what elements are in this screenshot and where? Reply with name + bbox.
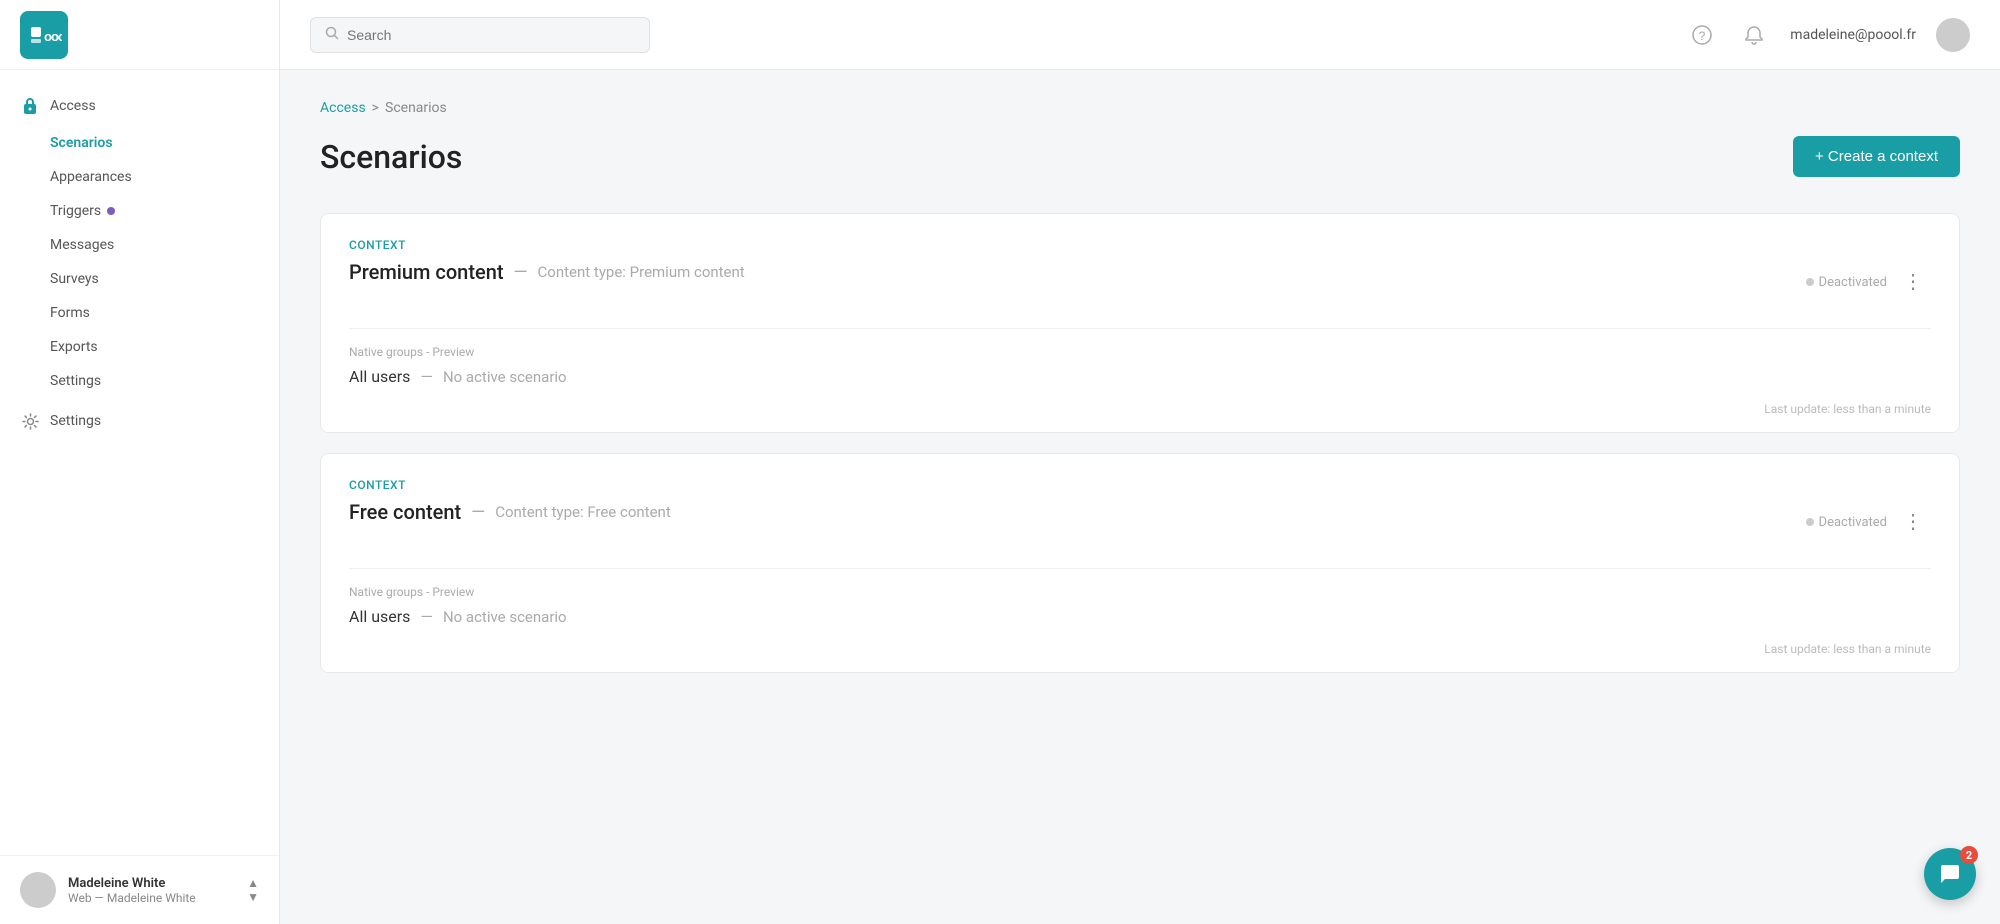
create-context-button[interactable]: + Create a context [1793,136,1960,177]
group-name-2: All users [349,607,410,626]
scenario-title-row-2: Free content — Content type: Free conten… [349,500,671,524]
svg-text:oool: oool [44,29,62,44]
chat-badge: 2 [1960,846,1978,864]
sidebar-item-appearances[interactable]: Appearances [0,160,279,194]
access-section: Access Scenarios Appearances Triggers Me… [0,86,279,398]
deactivated-label-2: Deactivated [1819,515,1887,530]
sidebar-item-label-exports: Exports [50,339,98,355]
scenario-subtitle-1: Content type: Premium content [538,263,745,281]
sidebar-user-area[interactable]: Madeleine White Web — Madeleine White ▲▼ [0,855,279,924]
chevron-icon: ▲▼ [247,876,259,904]
page-header: Scenarios + Create a context [320,136,1960,177]
deactivated-badge-2: Deactivated [1806,515,1887,530]
groups-row-2: All users — No active scenario [349,607,1931,626]
search-box[interactable] [310,17,650,53]
triggers-badge [107,207,115,215]
scenario-status-row-1: Deactivated ⋮ [1806,268,1931,296]
scenario-header-row-2: Free content — Content type: Free conten… [349,500,1931,544]
svg-text:?: ? [1699,29,1706,43]
scenario-subtitle-2: Content type: Free content [495,503,671,521]
access-label: Access [50,98,96,114]
sidebar-item-label-messages: Messages [50,237,114,253]
scenario-groups-1: Native groups - Preview All users — No a… [321,329,1959,394]
sidebar-item-label-surveys: Surveys [50,271,99,287]
scenario-card-free: Context Free content — Content type: Fre… [320,453,1960,673]
breadcrumb: Access > Scenarios [320,100,1960,116]
search-input[interactable] [347,27,635,43]
topbar: ? madeleine@poool.fr [280,0,2000,70]
user-email: madeleine@poool.fr [1790,27,1916,43]
topbar-right: ? madeleine@poool.fr [1686,18,1970,52]
last-update-1: Last update: less than a minute [1764,402,1931,416]
scenario-footer-2: Last update: less than a minute [321,634,1959,672]
deactivated-badge-1: Deactivated [1806,275,1887,290]
deactivated-dot-2 [1806,518,1814,526]
sidebar-item-exports[interactable]: Exports [0,330,279,364]
bell-button[interactable] [1738,19,1770,51]
help-button[interactable]: ? [1686,19,1718,51]
group-status-1: No active scenario [443,368,567,386]
scenario-dash-2: — [471,502,485,523]
sidebar-item-label-forms: Forms [50,305,90,321]
sidebar-item-settings-sub[interactable]: Settings [0,364,279,398]
sidebar-item-label-triggers: Triggers [50,203,101,219]
breadcrumb-separator: > [372,100,379,116]
sidebar: oool Access Scenarios Appearances [0,0,280,924]
user-avatar[interactable] [1936,18,1970,52]
scenario-name-2: Free content [349,500,461,524]
logo: oool [20,11,68,59]
sidebar-item-forms[interactable]: Forms [0,296,279,330]
scenario-dash-1: — [513,262,527,283]
deactivated-label-1: Deactivated [1819,275,1887,290]
groups-label-2: Native groups - Preview [349,585,1931,599]
breadcrumb-access[interactable]: Access [320,100,366,116]
sidebar-item-label-settings-sub: Settings [50,373,101,389]
lock-icon [20,96,40,116]
sidebar-item-label-appearances: Appearances [50,169,132,185]
scenario-footer-1: Last update: less than a minute [321,394,1959,432]
scenario-card-premium: Context Premium content — Content type: … [320,213,1960,433]
more-button-1[interactable]: ⋮ [1895,268,1931,296]
scenario-groups-2: Native groups - Preview All users — No a… [321,569,1959,634]
groups-row-1: All users — No active scenario [349,367,1931,386]
sidebar-nav: Access Scenarios Appearances Triggers Me… [0,70,279,855]
content-area: Access > Scenarios Scenarios + Create a … [280,70,2000,924]
last-update-2: Last update: less than a minute [1764,642,1931,656]
group-name-1: All users [349,367,410,386]
user-sub: Web — Madeleine White [68,891,235,905]
logo-area: oool [0,0,279,70]
scenario-header-row-1: Premium content — Content type: Premium … [349,260,1931,304]
sidebar-item-settings[interactable]: Settings [0,402,279,440]
settings-label: Settings [50,413,101,429]
sidebar-item-scenarios[interactable]: Scenarios [0,126,279,160]
context-label-1: Context [349,238,1931,252]
scenario-name-1: Premium content [349,260,503,284]
access-section-header: Access [0,86,279,126]
scenario-status-row-2: Deactivated ⋮ [1806,508,1931,536]
groups-label-1: Native groups - Preview [349,345,1931,359]
user-name: Madeleine White [68,876,235,891]
sidebar-item-triggers[interactable]: Triggers [0,194,279,228]
avatar [20,872,56,908]
scenario-card-inner-1: Context Premium content — Content type: … [321,214,1959,328]
sidebar-item-surveys[interactable]: Surveys [0,262,279,296]
deactivated-dot-1 [1806,278,1814,286]
more-button-2[interactable]: ⋮ [1895,508,1931,536]
chat-bubble[interactable]: 2 [1924,848,1976,900]
scenario-title-row-1: Premium content — Content type: Premium … [349,260,745,284]
user-info: Madeleine White Web — Madeleine White [68,876,235,905]
sidebar-item-messages[interactable]: Messages [0,228,279,262]
breadcrumb-current: Scenarios [385,100,447,116]
context-label-2: Context [349,478,1931,492]
main: ? madeleine@poool.fr Access > Scenarios … [280,0,2000,924]
scenario-card-inner-2: Context Free content — Content type: Fre… [321,454,1959,568]
search-icon [325,26,339,44]
sidebar-item-label-scenarios: Scenarios [50,135,113,151]
group-dash-1: — [420,367,433,386]
gear-icon [20,411,40,431]
group-status-2: No active scenario [443,608,567,626]
group-dash-2: — [420,607,433,626]
page-title: Scenarios [320,138,462,176]
